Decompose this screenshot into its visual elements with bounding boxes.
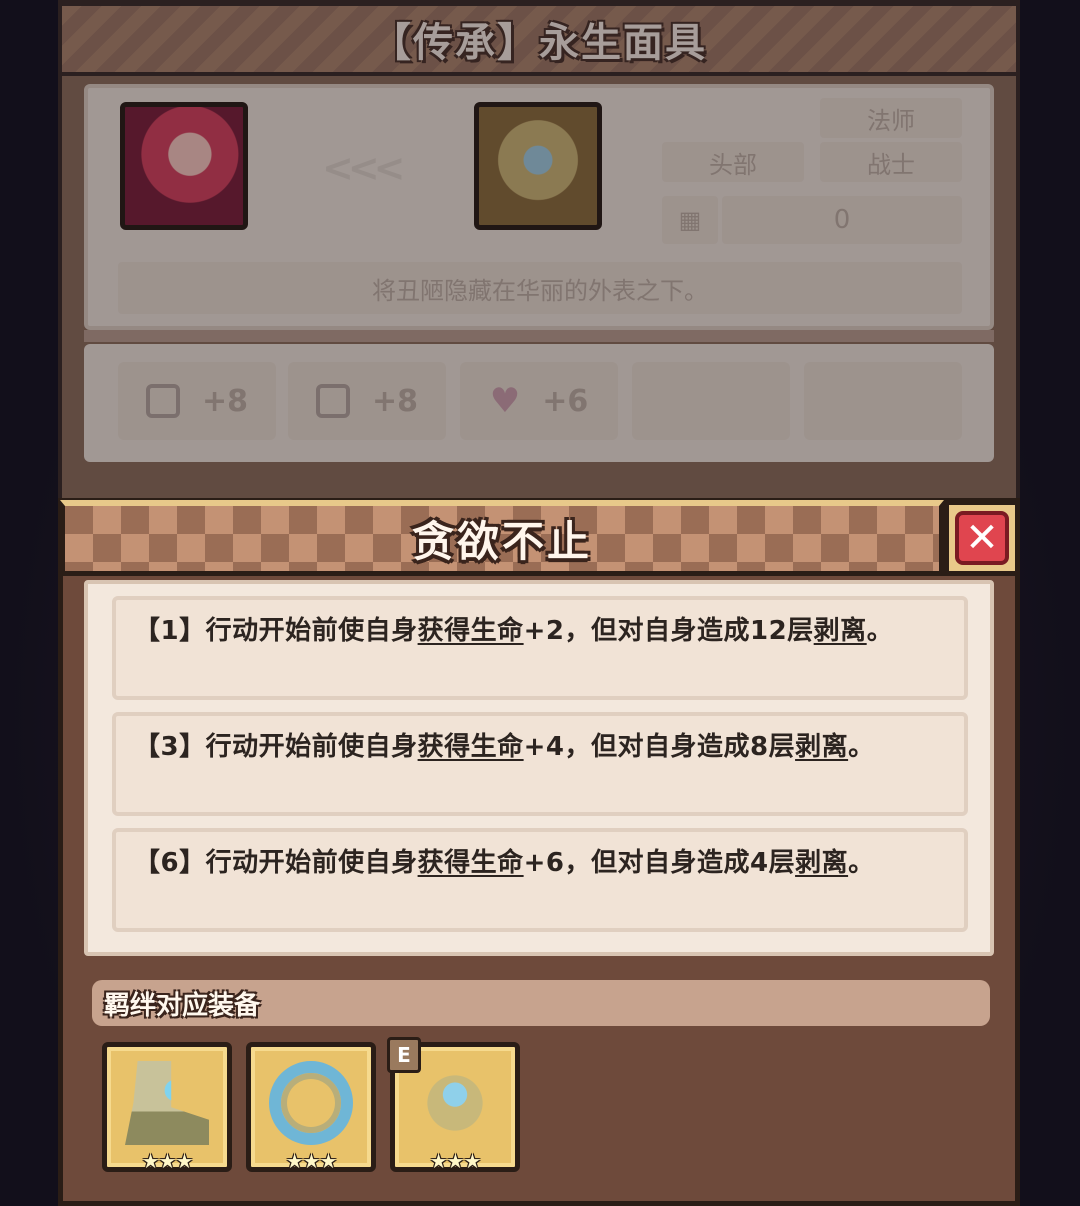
grid-icon: ▦ (662, 196, 718, 244)
keyword-link[interactable]: 获得生命 (418, 732, 524, 762)
transfer-arrows: <<< (322, 146, 405, 190)
popup-header: 贪欲不止 (60, 500, 944, 576)
equipment-mask[interactable]: ★★★ E (387, 1037, 520, 1173)
hero-avatar[interactable] (120, 102, 248, 230)
equipment-ring[interactable]: ★★★ (246, 1042, 376, 1173)
effect-text: 。 (848, 732, 875, 762)
stat-value: +8 (371, 383, 418, 419)
effect-tier-6: 【6】行动开始前使自身获得生命+6，但对自身造成4层剥离。 (112, 828, 968, 932)
effect-tier-3: 【3】行动开始前使自身获得生命+4，但对自身造成8层剥离。 (112, 712, 968, 816)
keyword-link[interactable]: 获得生命 (418, 848, 524, 878)
effect-text: 。 (848, 848, 875, 878)
equipped-badge: E (387, 1037, 421, 1073)
ring-icon (269, 1061, 353, 1145)
close-icon: ✕ (955, 511, 1009, 565)
bond-equipment-header: 羁绊对应装备 (92, 980, 990, 1026)
effect-text: +6，但对自身造成4层 (523, 848, 796, 878)
keyword-link[interactable]: 剥离 (814, 616, 867, 646)
keyword-link[interactable]: 剥离 (795, 848, 848, 878)
stat-book: +8 (288, 362, 446, 440)
effect-tier-1: 【1】行动开始前使自身获得生命+2，但对自身造成12层剥离。 (112, 596, 968, 700)
slot-tag-head: 头部 (662, 142, 804, 182)
effect-text: 。 (866, 616, 894, 646)
stat-value: +8 (201, 383, 248, 419)
class-tag-mage: 法师 (820, 98, 962, 138)
item-description: 将丑陋隐藏在华丽的外表之下。 (118, 262, 962, 314)
item-title-bar: 【传承】永生面具 (58, 2, 1020, 76)
keyword-link[interactable]: 获得生命 (418, 616, 524, 646)
shield-icon (145, 384, 180, 418)
star-rating: ★★★ (141, 1149, 194, 1173)
game-screen: 【传承】永生面具 <<< 法师 头部 战士 ▦ 0 将丑陋隐藏在华丽的外表之下。… (0, 0, 1080, 1206)
item-title: 【传承】永生面具 (371, 20, 707, 66)
divider (84, 330, 994, 342)
mask-icon (413, 1061, 497, 1145)
equipment-boots[interactable]: ★★★ (102, 1042, 232, 1173)
count-value: 0 (722, 196, 962, 244)
close-button[interactable]: ✕ (944, 500, 1020, 576)
stat-shield: +8 (118, 362, 276, 440)
star-rating: ★★★ (429, 1149, 482, 1173)
book-icon (315, 384, 350, 418)
heart-icon: ♥ (489, 381, 521, 421)
effect-text: 【3】行动开始前使自身 (134, 732, 418, 762)
effect-text: 【6】行动开始前使自身 (134, 848, 418, 878)
stat-heart: ♥ +6 (460, 362, 618, 440)
mask-item-icon[interactable] (474, 102, 602, 230)
class-tag-warrior: 战士 (820, 142, 962, 182)
effect-text: +2，但对自身造成12层 (523, 616, 814, 646)
stat-empty (804, 362, 962, 440)
boots-icon (125, 1061, 209, 1145)
star-rating: ★★★ (285, 1149, 338, 1173)
effect-text: +4，但对自身造成8层 (523, 732, 796, 762)
stat-empty (632, 362, 790, 440)
effect-text: 【1】行动开始前使自身 (134, 616, 418, 646)
popup-title: 贪欲不止 (411, 517, 592, 566)
stat-value: +6 (542, 383, 589, 419)
keyword-link[interactable]: 剥离 (795, 732, 848, 762)
bond-equipment-title: 羁绊对应装备 (104, 990, 261, 1021)
